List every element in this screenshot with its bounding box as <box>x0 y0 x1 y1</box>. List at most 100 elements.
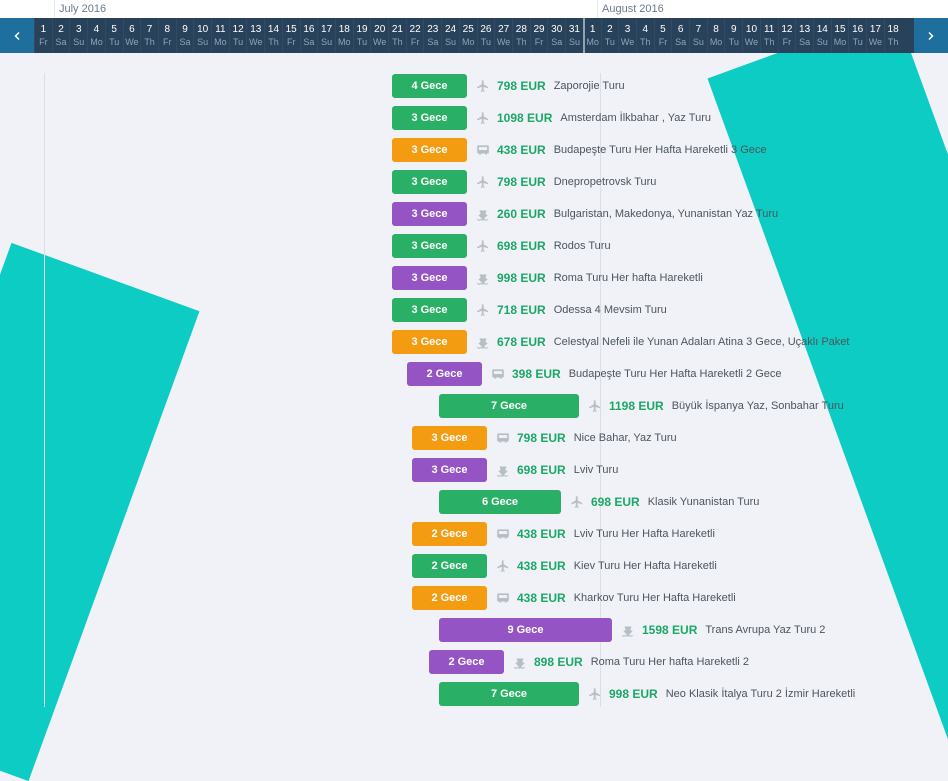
duration-bar[interactable]: 2 Gece <box>407 362 482 386</box>
day-cell[interactable]: 28Th <box>512 18 530 53</box>
day-cell[interactable]: 31Su <box>565 18 583 53</box>
duration-bar[interactable]: 2 Gece <box>429 650 504 674</box>
day-cell[interactable]: 16Tu <box>848 18 866 53</box>
tour-title[interactable]: Roma Turu Her hafta Hareketli 2 <box>591 656 749 668</box>
duration-bar[interactable]: 2 Gece <box>412 586 487 610</box>
tour-title[interactable]: Klasik Yunanistan Turu <box>648 496 760 508</box>
duration-bar[interactable]: 3 Gece <box>392 202 467 226</box>
day-cell[interactable]: 7Su <box>689 18 707 53</box>
day-cell[interactable]: 18Th <box>884 18 902 53</box>
tour-title[interactable]: Dnepropetrovsk Turu <box>554 176 657 188</box>
day-cell[interactable]: 6Sa <box>671 18 689 53</box>
day-cell[interactable]: 5Tu <box>105 18 123 53</box>
day-cell[interactable]: 1Mo <box>583 18 601 53</box>
day-cell[interactable]: 15Mo <box>831 18 849 53</box>
duration-bar[interactable]: 7 Gece <box>439 682 579 706</box>
tour-title[interactable]: Trans Avrupa Yaz Turu 2 <box>705 624 825 636</box>
duration-bar[interactable]: 3 Gece <box>392 330 467 354</box>
month-label: July 2016 <box>54 0 597 18</box>
duration-bar[interactable]: 3 Gece <box>412 458 487 482</box>
day-cell[interactable]: 15Fr <box>282 18 300 53</box>
duration-bar[interactable]: 3 Gece <box>392 234 467 258</box>
day-cell[interactable]: 14Su <box>813 18 831 53</box>
day-cell[interactable]: 19Tu <box>353 18 371 53</box>
tour-title[interactable]: Budapeşte Turu Her Hafta Hareketli 3 Gec… <box>554 144 767 156</box>
duration-bar[interactable]: 2 Gece <box>412 522 487 546</box>
day-cell[interactable]: 22Fr <box>406 18 424 53</box>
day-cell[interactable]: 8Mo <box>707 18 725 53</box>
tour-row: 3 Gece 998 EUR Roma Turu Her hafta Hareket… <box>24 265 924 291</box>
day-cell[interactable]: 10We <box>742 18 760 53</box>
duration-bar[interactable]: 3 Gece <box>392 170 467 194</box>
day-cell[interactable]: 2Sa <box>52 18 70 53</box>
duration-bar[interactable]: 3 Gece <box>412 426 487 450</box>
tour-title[interactable]: Lviv Turu <box>574 464 619 476</box>
tour-meta: 798 EURNice Bahar, Yaz Turu <box>495 430 677 446</box>
tour-title[interactable]: Zaporojie Turu <box>554 80 625 92</box>
day-cell[interactable]: 4Mo <box>87 18 105 53</box>
duration-bar[interactable]: 3 Gece <box>392 266 467 290</box>
day-cell[interactable]: 25Mo <box>459 18 477 53</box>
tour-title[interactable]: Büyük İspanya Yaz, Sonbahar Turu <box>672 400 844 412</box>
day-cell[interactable]: 9Tu <box>724 18 742 53</box>
day-cell[interactable]: 14Th <box>264 18 282 53</box>
duration-bar[interactable]: 7 Gece <box>439 394 579 418</box>
day-cell[interactable]: 20We <box>370 18 388 53</box>
duration-bar[interactable]: 4 Gece <box>392 74 467 98</box>
tour-title[interactable]: Nice Bahar, Yaz Turu <box>574 432 677 444</box>
day-weekday: We <box>867 36 884 48</box>
day-cell[interactable]: 12Fr <box>778 18 796 53</box>
prev-button[interactable] <box>0 18 34 53</box>
day-cell[interactable]: 11Mo <box>211 18 229 53</box>
tour-title[interactable]: Amsterdam İlkbahar , Yaz Turu <box>560 112 711 124</box>
day-cell[interactable]: 21Th <box>388 18 406 53</box>
day-cell[interactable]: 17Su <box>317 18 335 53</box>
tour-title[interactable]: Celestyal Nefeli ile Yunan Adaları Atina… <box>554 336 850 348</box>
duration-bar[interactable]: 2 Gece <box>412 554 487 578</box>
day-cell[interactable]: 12Tu <box>229 18 247 53</box>
day-weekday: Mo <box>585 36 601 48</box>
tour-title[interactable]: Rodos Turu <box>554 240 611 252</box>
tour-title[interactable]: Lviv Turu Her Hafta Hareketli <box>574 528 715 540</box>
day-cell[interactable]: 6We <box>123 18 141 53</box>
day-cell[interactable]: 9Sa <box>176 18 194 53</box>
tour-title[interactable]: Kharkov Turu Her Hafta Hareketli <box>574 592 736 604</box>
day-cell[interactable]: 13We <box>246 18 264 53</box>
day-cell[interactable]: 1Fr <box>34 18 52 53</box>
day-cell[interactable]: 4Th <box>636 18 654 53</box>
tour-title[interactable]: Budapeşte Turu Her Hafta Hareketli 2 Gec… <box>569 368 782 380</box>
day-cell[interactable]: 27We <box>494 18 512 53</box>
day-number: 31 <box>566 24 583 36</box>
duration-bar[interactable]: 6 Gece <box>439 490 561 514</box>
day-cell[interactable]: 3Su <box>69 18 87 53</box>
day-cell[interactable]: 26Tu <box>477 18 495 53</box>
day-cell[interactable]: 3We <box>618 18 636 53</box>
duration-bar[interactable]: 3 Gece <box>392 138 467 162</box>
tour-title[interactable]: Odessa 4 Mevsim Turu <box>554 304 667 316</box>
duration-bar[interactable]: 3 Gece <box>392 106 467 130</box>
day-cell[interactable]: 29Fr <box>530 18 548 53</box>
day-cell[interactable]: 2Tu <box>601 18 619 53</box>
day-cell[interactable]: 5Fr <box>654 18 672 53</box>
duration-bar[interactable]: 3 Gece <box>392 298 467 322</box>
day-cell[interactable]: 18Mo <box>335 18 353 53</box>
duration-bar[interactable]: 9 Gece <box>439 618 612 642</box>
day-cell[interactable]: 13Sa <box>795 18 813 53</box>
tour-title[interactable]: Roma Turu Her hafta Hareketli <box>554 272 703 284</box>
day-cell[interactable]: 8Fr <box>158 18 176 53</box>
tour-title[interactable]: Bulgaristan, Makedonya, Yunanistan Yaz T… <box>554 208 778 220</box>
day-cell[interactable]: 16Sa <box>300 18 318 53</box>
tour-title[interactable]: Neo Klasik İtalya Turu 2 İzmir Hareketli <box>666 688 856 700</box>
day-cell[interactable]: 11Th <box>760 18 778 53</box>
bus-icon <box>495 430 511 446</box>
day-cell[interactable]: 10Su <box>193 18 211 53</box>
day-cell[interactable]: 23Sa <box>423 18 441 53</box>
day-cell[interactable]: 17We <box>866 18 884 53</box>
day-cell[interactable]: 7Th <box>140 18 158 53</box>
day-cell[interactable]: 30Sa <box>547 18 565 53</box>
day-cell[interactable]: 24Su <box>441 18 459 53</box>
tour-title[interactable]: Kiev Turu Her Hafta Hareketli <box>574 560 717 572</box>
next-button[interactable] <box>914 18 948 53</box>
day-weekday: Sa <box>53 36 70 48</box>
tour-price: 998 EUR <box>497 271 546 285</box>
